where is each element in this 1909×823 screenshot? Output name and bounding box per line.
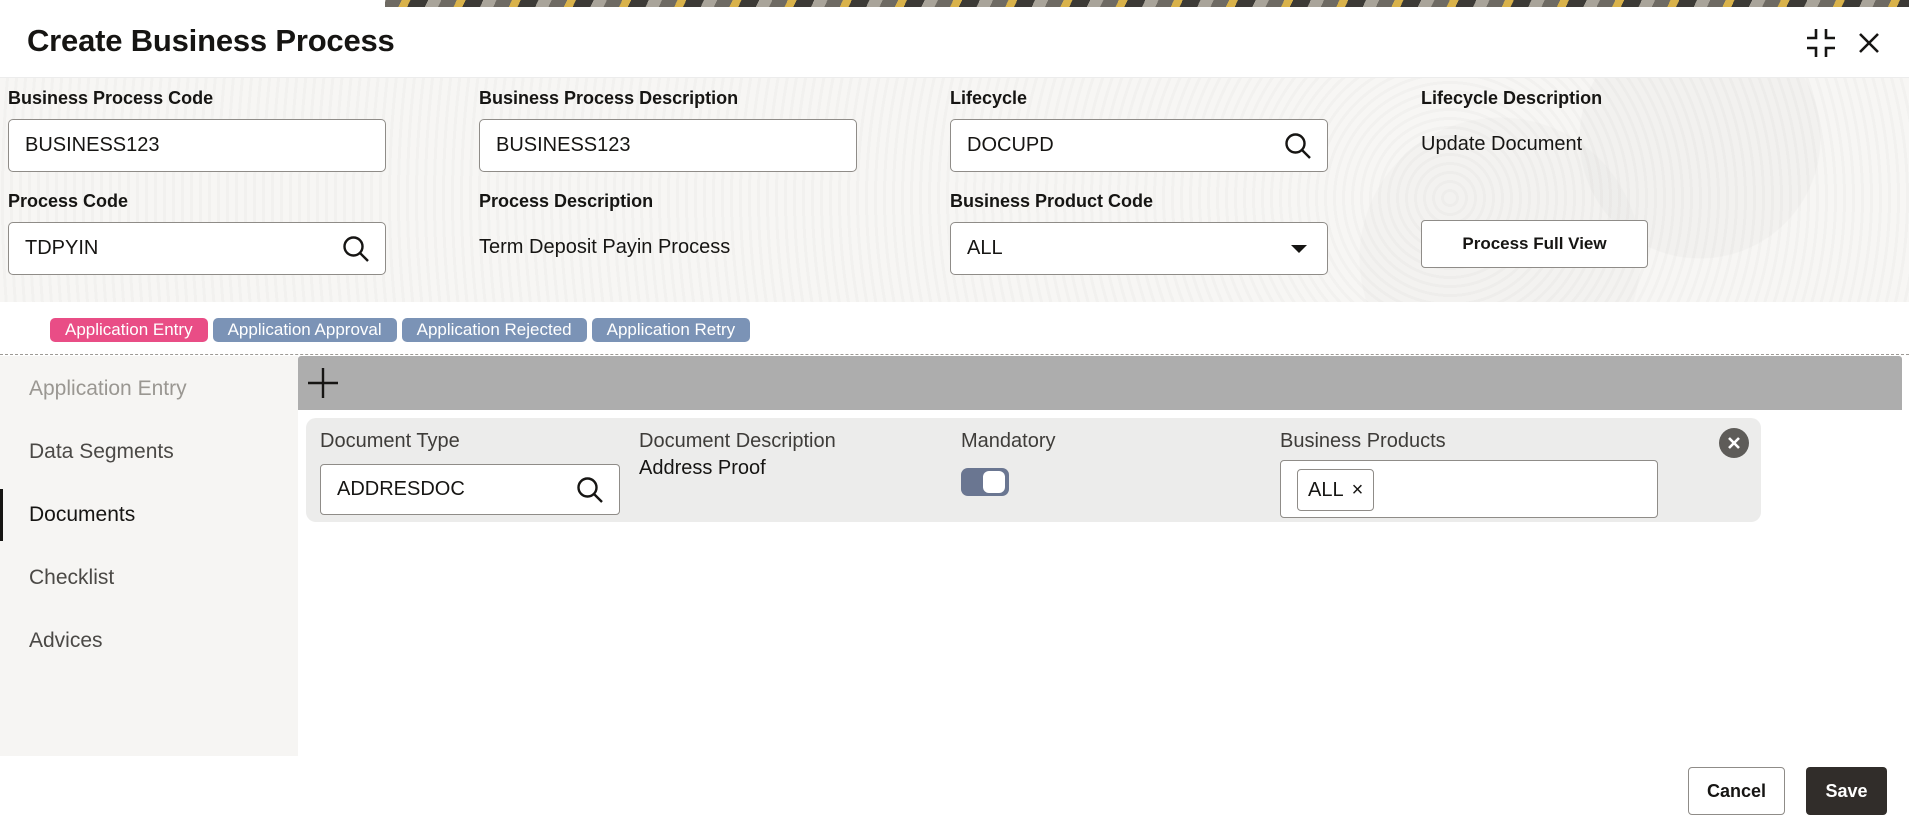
business-products-label: Business Products bbox=[1280, 430, 1446, 452]
lifecycle-value: DOCUPD bbox=[967, 134, 1054, 156]
business-products-multiselect[interactable]: ALL × bbox=[1280, 460, 1658, 518]
stage-application-rejected[interactable]: Application Rejected bbox=[401, 318, 587, 342]
search-icon[interactable] bbox=[575, 475, 605, 505]
document-type-value: ADDRESDOC bbox=[337, 478, 465, 500]
remove-row-icon[interactable] bbox=[1719, 428, 1749, 458]
toggle-knob bbox=[983, 471, 1005, 493]
plus-icon[interactable] bbox=[304, 364, 342, 402]
process-description-label: Process Description bbox=[479, 191, 654, 211]
header-panel: Business Process Code BUSINESS123 Busine… bbox=[0, 78, 1909, 302]
sidebar-item-application-entry[interactable]: Application Entry bbox=[0, 363, 298, 415]
cancel-button[interactable]: Cancel bbox=[1688, 767, 1785, 815]
business-product-code-value: ALL bbox=[967, 237, 1003, 259]
document-row-card: Document Type ADDRESDOC Document Descrip… bbox=[306, 418, 1761, 522]
lifecycle-input[interactable]: DOCUPD bbox=[950, 119, 1328, 172]
mandatory-toggle[interactable] bbox=[961, 468, 1009, 496]
business-process-description-value: BUSINESS123 bbox=[496, 134, 631, 156]
business-process-code-label: Business Process Code bbox=[8, 88, 214, 108]
save-button[interactable]: Save bbox=[1806, 767, 1887, 815]
close-icon[interactable] bbox=[1851, 25, 1887, 61]
business-product-chip: ALL × bbox=[1297, 469, 1375, 511]
stage-application-retry[interactable]: Application Retry bbox=[591, 318, 751, 342]
process-code-label: Process Code bbox=[8, 191, 129, 211]
section-divider bbox=[0, 354, 1909, 355]
business-product-code-select[interactable]: ALL bbox=[950, 222, 1328, 275]
sidebar: Application Entry Data Segments Document… bbox=[0, 356, 298, 756]
lifecycle-label: Lifecycle bbox=[950, 88, 1028, 108]
documents-toolbar bbox=[298, 356, 1902, 410]
process-description-value: Term Deposit Payin Process bbox=[479, 236, 731, 258]
sidebar-item-advices[interactable]: Advices bbox=[0, 615, 298, 667]
document-description-label: Document Description bbox=[639, 430, 836, 452]
sidebar-item-data-segments[interactable]: Data Segments bbox=[0, 426, 298, 478]
footer-bar: Cancel Save bbox=[0, 756, 1909, 823]
page-title: Create Business Process bbox=[27, 23, 395, 58]
process-code-value: TDPYIN bbox=[25, 237, 99, 259]
title-bar: Create Business Process bbox=[0, 7, 1909, 78]
business-process-description-label: Business Process Description bbox=[479, 88, 739, 108]
documents-panel: Document Type ADDRESDOC Document Descrip… bbox=[298, 356, 1909, 756]
mandatory-label: Mandatory bbox=[961, 430, 1056, 452]
business-product-code-label: Business Product Code bbox=[950, 191, 1154, 211]
top-strip-cover bbox=[0, 0, 385, 7]
document-type-input[interactable]: ADDRESDOC bbox=[320, 464, 620, 515]
search-icon[interactable] bbox=[341, 234, 371, 264]
sidebar-item-checklist[interactable]: Checklist bbox=[0, 552, 298, 604]
caret-down-icon[interactable] bbox=[1287, 237, 1311, 261]
document-description-value: Address Proof bbox=[639, 457, 766, 479]
lifecycle-description-label: Lifecycle Description bbox=[1421, 88, 1603, 108]
business-process-description-input[interactable]: BUSINESS123 bbox=[479, 119, 857, 172]
top-decorative-strip bbox=[0, 0, 1909, 7]
chip-remove-icon[interactable]: × bbox=[1352, 479, 1364, 502]
search-icon[interactable] bbox=[1283, 131, 1313, 161]
compress-icon[interactable] bbox=[1803, 25, 1839, 61]
lifecycle-description-value: Update Document bbox=[1421, 133, 1583, 155]
document-type-label: Document Type bbox=[320, 430, 460, 452]
stage-application-approval[interactable]: Application Approval bbox=[212, 318, 397, 342]
sidebar-item-documents[interactable]: Documents bbox=[0, 489, 298, 541]
stage-application-entry[interactable]: Application Entry bbox=[50, 318, 208, 342]
business-process-code-input[interactable]: BUSINESS123 bbox=[8, 119, 386, 172]
process-full-view-button[interactable]: Process Full View bbox=[1421, 220, 1648, 268]
chip-label: ALL bbox=[1308, 478, 1344, 501]
business-process-code-value: BUSINESS123 bbox=[25, 134, 160, 156]
stage-tabs: Application Entry Application Approval A… bbox=[50, 318, 751, 342]
process-code-input[interactable]: TDPYIN bbox=[8, 222, 386, 275]
